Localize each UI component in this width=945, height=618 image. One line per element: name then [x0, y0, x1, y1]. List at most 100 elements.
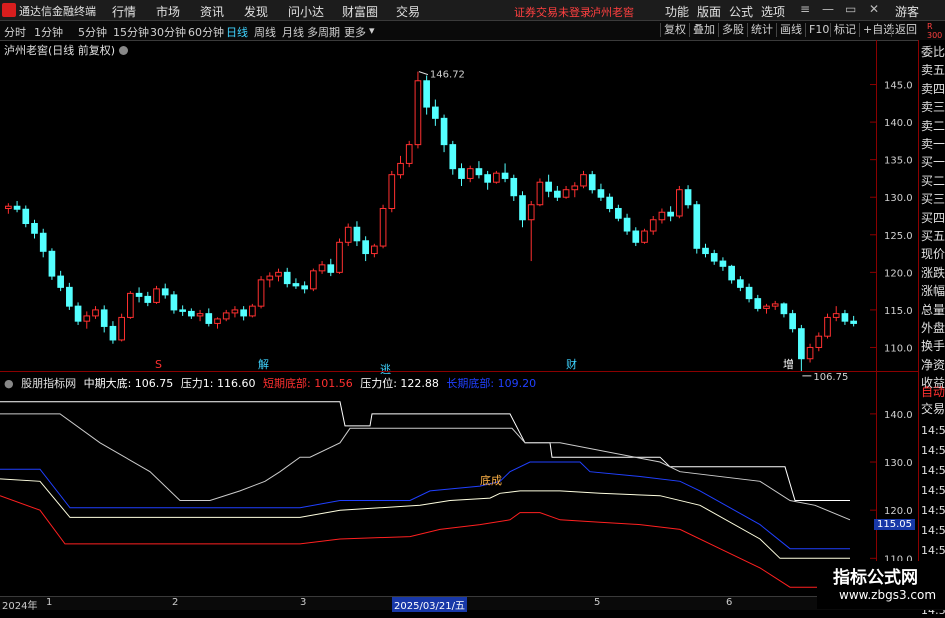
candle-body[interactable]: [301, 285, 308, 290]
candle-body[interactable]: [362, 240, 369, 255]
candle-body[interactable]: [519, 195, 526, 221]
candle-body[interactable]: [405, 144, 413, 164]
candle-body[interactable]: [5, 205, 12, 209]
candle-body[interactable]: [588, 174, 596, 191]
sidebar-item-16[interactable]: 换手: [921, 339, 945, 354]
menu-item-quotes[interactable]: 行情: [112, 3, 136, 20]
candle-body[interactable]: [432, 106, 439, 119]
draw-line-button[interactable]: 画线: [776, 23, 805, 37]
candle-body[interactable]: [266, 275, 274, 281]
candle-body[interactable]: [283, 271, 291, 285]
candle-body[interactable]: [275, 271, 282, 277]
candle-body[interactable]: [310, 270, 317, 290]
candle-body[interactable]: [66, 286, 73, 307]
candle-body[interactable]: [440, 117, 448, 146]
candle-body[interactable]: [379, 207, 387, 247]
candle-body[interactable]: [580, 174, 587, 187]
candle-body[interactable]: [562, 189, 570, 198]
candle-body[interactable]: [510, 177, 518, 197]
candle-body[interactable]: [615, 207, 622, 219]
indicator-name[interactable]: 股朋指标网: [21, 377, 76, 390]
sidebar-item-4[interactable]: 卖二: [921, 119, 945, 134]
candle-body[interactable]: [344, 226, 352, 243]
candle-body[interactable]: [205, 313, 213, 324]
more-dropdown-icon[interactable]: ▾: [369, 24, 375, 37]
adjust-button[interactable]: 复权: [660, 23, 689, 37]
sidebar-trade-label[interactable]: 交易: [921, 402, 945, 417]
candle-body[interactable]: [754, 298, 762, 309]
period-tab-1min[interactable]: 1分钟: [34, 24, 63, 40]
candlestick-chart[interactable]: 145.0 140.0 135.0 130.0 125.0 120.0 115.0 110.0…: [0, 40, 918, 596]
candle-body[interactable]: [161, 288, 169, 296]
candle-body[interactable]: [789, 313, 796, 330]
menu-icon[interactable]: ≡: [800, 2, 810, 16]
sidebar-item-8[interactable]: 买三: [921, 192, 945, 207]
multi-stock-button[interactable]: 多股: [718, 23, 747, 37]
candle-body[interactable]: [336, 241, 343, 273]
candle-body[interactable]: [118, 316, 125, 341]
candle-body[interactable]: [832, 313, 840, 318]
candle-body[interactable]: [144, 295, 152, 303]
candle-body[interactable]: [39, 232, 47, 252]
candle-body[interactable]: [719, 260, 727, 267]
candle-body[interactable]: [606, 196, 613, 209]
sidebar-item-11[interactable]: 现价: [921, 247, 945, 262]
event-marker[interactable]: 解: [258, 357, 269, 371]
candle-body[interactable]: [693, 204, 701, 249]
period-tab-5min[interactable]: 5分钟: [78, 24, 107, 40]
candle-body[interactable]: [222, 312, 230, 320]
candle-body[interactable]: [13, 205, 21, 210]
candle-body[interactable]: [554, 190, 561, 198]
candle-body[interactable]: [74, 305, 82, 322]
candle-body[interactable]: [571, 185, 579, 191]
period-tab-60min[interactable]: 60分钟: [188, 24, 224, 40]
sidebar-item-0[interactable]: 委比: [921, 45, 945, 60]
candle-body[interactable]: [484, 174, 491, 183]
candle-body[interactable]: [153, 288, 160, 303]
candle-body[interactable]: [466, 168, 474, 179]
sidebar-item-13[interactable]: 涨幅: [921, 284, 945, 299]
candle-body[interactable]: [771, 303, 779, 307]
candle-body[interactable]: [57, 275, 64, 288]
candle-body[interactable]: [545, 181, 552, 192]
candle-body[interactable]: [449, 144, 457, 170]
period-tab-more[interactable]: 更多: [344, 24, 366, 40]
sidebar-item-14[interactable]: 总量: [921, 303, 945, 318]
close-icon[interactable]: ✕: [869, 2, 879, 16]
guest-label[interactable]: 游客: [895, 3, 919, 20]
candle-body[interactable]: [536, 181, 544, 206]
candle-body[interactable]: [737, 279, 744, 288]
candle-body[interactable]: [31, 223, 38, 234]
sidebar-item-1[interactable]: 卖五: [921, 63, 945, 78]
candle-body[interactable]: [249, 305, 256, 317]
back-button[interactable]: 返回: [891, 23, 920, 37]
statistics-button[interactable]: 统计: [747, 23, 776, 37]
candle-body[interactable]: [728, 265, 735, 281]
sidebar-item-5[interactable]: 卖一: [921, 137, 945, 152]
menu-item-layout[interactable]: 版面: [697, 3, 721, 20]
candle-body[interactable]: [798, 328, 805, 360]
sidebar-item-10[interactable]: 买五: [921, 229, 945, 244]
menu-item-function[interactable]: 功能: [665, 3, 689, 20]
candle-body[interactable]: [414, 80, 422, 146]
candle-body[interactable]: [83, 315, 91, 322]
sidebar-item-7[interactable]: 买二: [921, 174, 945, 189]
period-tab-15min[interactable]: 15分钟: [113, 24, 149, 40]
candle-body[interactable]: [353, 226, 361, 242]
period-tab-daily[interactable]: 日线: [226, 24, 248, 40]
sidebar-item-6[interactable]: 买一: [921, 155, 945, 170]
candle-body[interactable]: [196, 313, 204, 317]
candle-body[interactable]: [135, 292, 143, 297]
candle-body[interactable]: [475, 168, 483, 176]
event-marker[interactable]: S: [155, 358, 162, 371]
sidebar-item-3[interactable]: 卖三: [921, 100, 945, 115]
candle-body[interactable]: [815, 335, 823, 348]
period-tab-weekly[interactable]: 周线: [254, 24, 276, 40]
menu-item-discover[interactable]: 发现: [244, 3, 268, 20]
f10-button[interactable]: F10: [805, 23, 832, 37]
menu-item-wealth[interactable]: 财富圈: [342, 3, 378, 20]
candle-body[interactable]: [100, 309, 108, 327]
sidebar-auto-label[interactable]: 自动: [921, 385, 945, 400]
candle-body[interactable]: [92, 309, 99, 317]
candle-body[interactable]: [214, 318, 221, 324]
